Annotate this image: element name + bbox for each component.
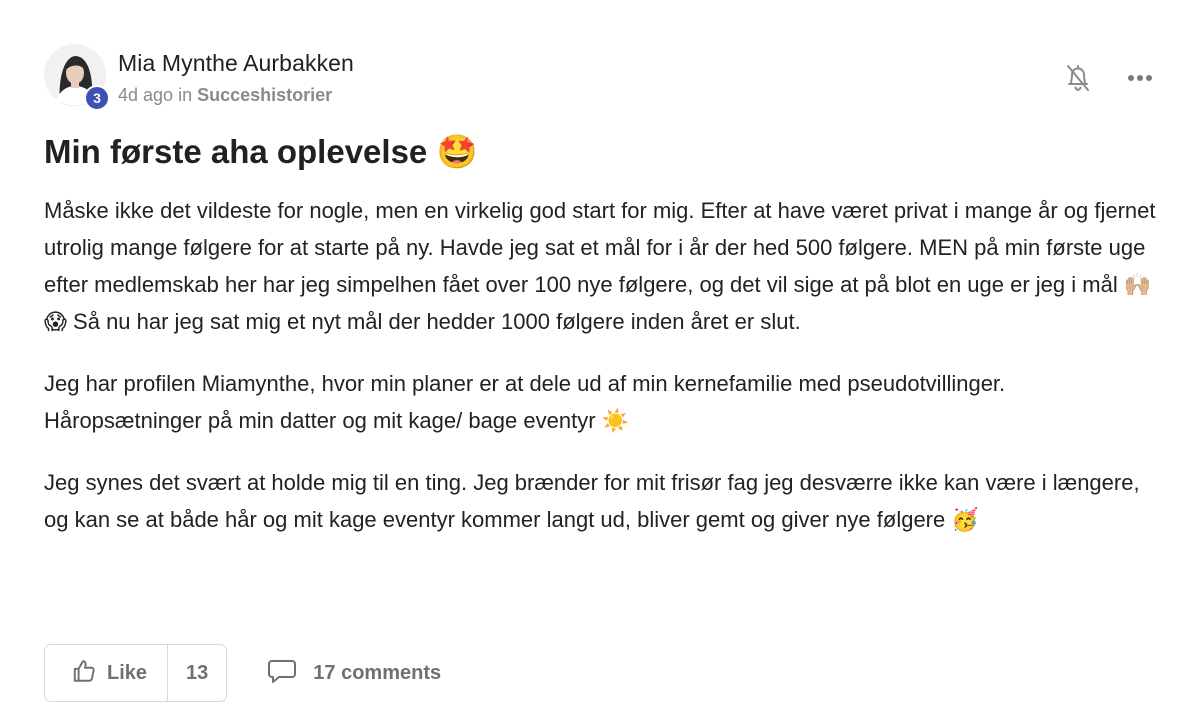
- comment-icon: [267, 658, 297, 689]
- like-count[interactable]: 13: [168, 645, 226, 701]
- post-paragraph: Jeg synes det svært at holde mig til en …: [44, 470, 1140, 532]
- like-button[interactable]: Like: [45, 645, 169, 701]
- category-link[interactable]: Succeshistorier: [197, 85, 332, 105]
- post-footer: Like 13 17 comments: [44, 644, 441, 702]
- comments-button[interactable]: 17 comments: [267, 658, 441, 689]
- post-title-text: Min første aha oplevelse: [44, 133, 428, 170]
- like-group: Like 13: [44, 644, 228, 702]
- level-badge: 3: [84, 85, 110, 111]
- post-header: 3 Mia Mynthe Aurbakken 4d ago in Succesh…: [44, 44, 354, 111]
- post-subline: 4d ago in Succeshistorier: [118, 82, 354, 108]
- author-avatar[interactable]: 3: [44, 44, 110, 111]
- post-time: 4d ago: [118, 85, 174, 105]
- post-meta: Mia Mynthe Aurbakken 4d ago in Succeshis…: [118, 44, 354, 108]
- post-title: Min første aha oplevelse 🤩: [44, 130, 478, 174]
- thumbs-up-icon: [71, 658, 97, 689]
- post-body: Måske ikke det vildeste for nogle, men e…: [44, 192, 1169, 563]
- author-name[interactable]: Mia Mynthe Aurbakken: [118, 49, 354, 77]
- post-paragraph: Måske ikke det vildeste for nogle, men e…: [44, 198, 1156, 334]
- post-actions: [1062, 62, 1156, 94]
- star-struck-emoji: 🤩: [436, 132, 478, 171]
- in-label: in: [178, 85, 193, 105]
- bell-off-icon[interactable]: [1062, 62, 1094, 94]
- more-horizontal-icon[interactable]: [1124, 62, 1156, 94]
- comments-label: 17 comments: [313, 661, 442, 684]
- like-label: Like: [107, 661, 148, 684]
- post-card: 3 Mia Mynthe Aurbakken 4d ago in Succesh…: [0, 0, 1200, 727]
- post-paragraph: Jeg har profilen Miamynthe, hvor min pla…: [44, 371, 1006, 433]
